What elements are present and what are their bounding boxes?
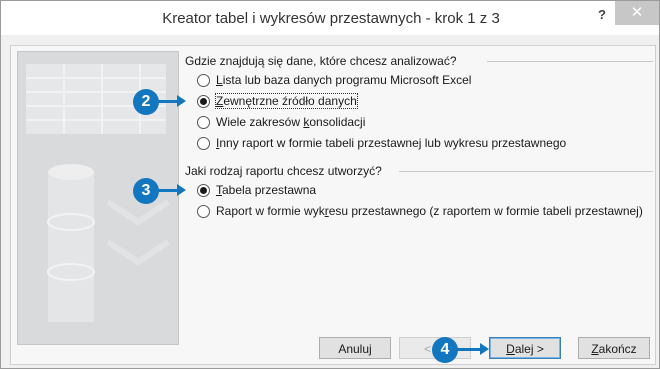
radio-option-label: Zewnętrzne źródło danych (215, 93, 358, 109)
radio-option-label: Tabela przestawna (216, 183, 317, 197)
radio-button[interactable] (197, 205, 210, 218)
step-callout-3: 3 (133, 178, 159, 204)
radio-button[interactable] (197, 116, 210, 129)
radio-button[interactable] (197, 74, 210, 87)
arrow-head-icon (177, 95, 186, 107)
step-callout-4: 4 (432, 337, 458, 363)
radio-option-label: Wiele zakresów konsolidacji (216, 115, 366, 129)
callout-arrow (157, 100, 179, 103)
pivot-wizard-dialog: Kreator tabel i wykresów przestawnych - … (0, 0, 660, 369)
radio-button-selected[interactable] (197, 95, 210, 108)
report-type-group-label: Jaki rodzaj raportu chcesz utworzyć? (185, 164, 382, 178)
arrow-head-icon (480, 343, 489, 355)
close-button[interactable]: ✕ (615, 1, 659, 25)
help-button[interactable]: ? (591, 5, 613, 25)
callout-arrow (456, 348, 482, 351)
dialog-title: Kreator tabel i wykresów przestawnych - … (162, 10, 500, 27)
arrow-head-icon (177, 184, 186, 196)
radio-button-selected[interactable] (197, 184, 210, 197)
cancel-button[interactable]: Anuluj (319, 337, 391, 359)
step-callout-2: 2 (133, 89, 159, 115)
title-bar: Kreator tabel i wykresów przestawnych - … (1, 1, 659, 35)
data-source-group-label: Gdzie znajdują się dane, które chcesz an… (185, 54, 457, 68)
group-divider (399, 171, 653, 172)
radio-button[interactable] (197, 137, 210, 150)
radio-option-label: Lista lub baza danych programu Microsoft… (216, 73, 472, 87)
finish-button[interactable]: Zakończ (578, 337, 650, 359)
callout-arrow (157, 189, 179, 192)
radio-option-label: Raport w formie wykresu przestawnego (z … (216, 204, 643, 218)
radio-option-label: Inny raport w formie tabeli przestawnej … (216, 136, 567, 150)
next-button[interactable]: Dalej > (489, 337, 561, 359)
group-divider (487, 61, 653, 62)
